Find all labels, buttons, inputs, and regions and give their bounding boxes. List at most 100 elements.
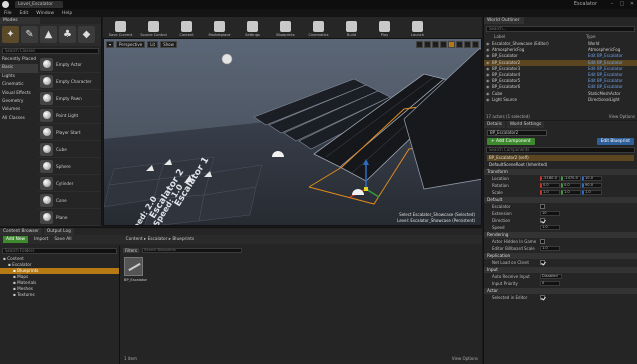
place-item-cube[interactable]: Cube — [38, 141, 101, 158]
breadcrumb-blueprints[interactable]: Blueprints — [172, 237, 194, 242]
lit-button[interactable]: Lit — [147, 41, 159, 48]
components-search-input[interactable]: Search Components — [486, 147, 635, 153]
content-view-options-button[interactable]: View Options — [452, 356, 478, 361]
speed-field[interactable]: 1.0 — [540, 225, 560, 230]
minimize-icon[interactable]: – — [609, 1, 615, 7]
net-load-checkbox[interactable] — [540, 260, 545, 265]
menu-file[interactable]: File — [4, 11, 12, 16]
transform-rotation-z-field[interactable]: 90.0 — [582, 183, 602, 188]
edit-blueprint-button[interactable]: Edit Blueprint — [596, 138, 634, 145]
place-item-sphere[interactable]: Sphere — [38, 158, 101, 175]
rotation-snap-icon[interactable] — [456, 41, 463, 48]
transform-location-z-field[interactable]: 10.0 — [582, 176, 602, 181]
play-button[interactable]: Play — [369, 18, 400, 37]
place-item-empty-pawn[interactable]: Empty Pawn — [38, 90, 101, 107]
landscape-mode-icon[interactable]: ▲ — [40, 26, 57, 43]
transform-rotation-x-field[interactable]: 0.0 — [540, 183, 560, 188]
blueprints-button[interactable]: Blueprints — [270, 18, 301, 37]
add-new-button[interactable]: Add New — [3, 236, 29, 243]
maximize-icon[interactable]: □ — [619, 1, 625, 7]
category-all-classes[interactable]: All Classes — [0, 115, 38, 123]
world-space-icon[interactable] — [440, 41, 447, 48]
transform-scale-y-field[interactable]: 1.0 — [561, 190, 581, 195]
outliner-col-label[interactable]: Label — [486, 34, 586, 40]
add-component-button[interactable]: + Add Component — [487, 138, 535, 145]
cinematics-button[interactable]: Cinematics — [303, 18, 334, 37]
category-recently-placed[interactable]: Recently Placed — [0, 56, 38, 64]
folder-item[interactable]: ▪ Textures — [0, 292, 119, 298]
save-current-button[interactable]: Save Current — [105, 18, 136, 37]
tab-content-browser[interactable]: Content Browser — [0, 228, 42, 235]
outliner-col-type[interactable]: Type — [586, 34, 596, 40]
asset-tile[interactable]: BP_Escalator — [124, 257, 147, 282]
component-self[interactable]: BP_Escalator2 (self) — [487, 155, 634, 161]
paint-mode-icon[interactable]: ✎ — [21, 26, 38, 43]
level-tab[interactable]: Level_Escalator — [15, 1, 63, 8]
transform-location-x-field[interactable]: -5160.0 — [540, 176, 560, 181]
place-item-cylinder[interactable]: Cylinder — [38, 175, 101, 192]
level-viewport[interactable]: ▾ Perspective Lit Show Escalator 1 Escal… — [103, 38, 482, 226]
tab-details[interactable]: Details — [484, 121, 505, 128]
save-all-button[interactable]: Save All — [54, 237, 71, 242]
menu-help[interactable]: Help — [62, 11, 72, 16]
billboard-scale-field[interactable]: 1.0 — [540, 246, 560, 251]
breadcrumb-escalator[interactable]: Escalator — [148, 237, 168, 242]
outliner-row[interactable]: ◉ Light Source DirectionalLight — [484, 97, 637, 103]
direction-checkbox[interactable] — [540, 218, 545, 223]
world-outliner-tab[interactable]: World Outliner — [484, 17, 524, 24]
place-item-cone[interactable]: Cone — [38, 192, 101, 209]
category-lights[interactable]: Lights — [0, 73, 38, 81]
place-item-player-start[interactable]: Player Start — [38, 124, 101, 141]
category-volumes[interactable]: Volumes — [0, 106, 38, 114]
scale-snap-icon[interactable] — [464, 41, 471, 48]
category-visual-effects[interactable]: Visual Effects — [0, 90, 38, 98]
place-item-point-light[interactable]: Point Light — [38, 107, 101, 124]
transform-scale-x-field[interactable]: 1.0 — [540, 190, 560, 195]
folder-search-input[interactable]: Search Folders — [2, 248, 117, 254]
breadcrumb-content[interactable]: Content — [126, 237, 143, 242]
place-mode-icon[interactable]: ✦ — [2, 26, 19, 43]
source-control-button[interactable]: Source Control — [138, 18, 169, 37]
place-item-empty-character[interactable]: Empty Character — [38, 73, 101, 90]
content-button[interactable]: Content — [171, 18, 202, 37]
camera-speed-icon[interactable] — [472, 41, 479, 48]
outliner-view-options-button[interactable]: View Options — [609, 114, 635, 119]
extension-field[interactable]: 10 — [540, 211, 560, 216]
foliage-mode-icon[interactable]: ♣ — [59, 26, 76, 43]
actor-hidden-checkbox[interactable] — [540, 239, 545, 244]
geometry-mode-icon[interactable]: ◆ — [78, 26, 95, 43]
scale-tool-icon[interactable] — [432, 41, 439, 48]
category-geometry[interactable]: Geometry — [0, 98, 38, 106]
show-button[interactable]: Show — [160, 41, 177, 48]
asset-search-input[interactable]: Search Blueprints — [142, 248, 242, 253]
outliner-search-input[interactable]: Search... — [486, 26, 635, 32]
place-item-empty-actor[interactable]: Empty Actor — [38, 56, 101, 73]
modes-tab[interactable]: Modes — [0, 17, 40, 24]
build-button[interactable]: Build — [336, 18, 367, 37]
menu-edit[interactable]: Edit — [20, 11, 29, 16]
close-icon[interactable]: ✕ — [629, 1, 635, 7]
transform-scale-z-field[interactable]: 1.0 — [582, 190, 602, 195]
transform-rotation-y-field[interactable]: 0.0 — [561, 183, 581, 188]
modes-search-input[interactable]: Search Classes — [2, 48, 99, 54]
tab-output-log[interactable]: Output Log — [43, 228, 74, 235]
settings-button[interactable]: Settings — [237, 18, 268, 37]
rotate-tool-icon[interactable] — [424, 41, 431, 48]
import-button[interactable]: Import — [34, 237, 48, 242]
place-item-plane[interactable]: Plane — [38, 209, 101, 226]
escalator-checkbox[interactable] — [540, 204, 545, 209]
translate-tool-icon[interactable] — [416, 41, 423, 48]
filters-button[interactable]: Filters — [123, 248, 139, 253]
launch-button[interactable]: Launch — [402, 18, 433, 37]
auto-receive-input-dropdown[interactable]: Disabled — [540, 274, 562, 279]
category-cinematic[interactable]: Cinematic — [0, 81, 38, 89]
selected-in-editor-checkbox[interactable] — [540, 295, 545, 300]
perspective-button[interactable]: Perspective — [116, 41, 146, 48]
input-priority-field[interactable]: 0 — [540, 281, 560, 286]
tab-world-settings[interactable]: World Settings — [506, 121, 545, 128]
actor-name-field[interactable]: BP_Escalator2 — [487, 130, 547, 136]
transform-location-y-field[interactable]: -1470.0 — [561, 176, 581, 181]
category-basic[interactable]: Basic — [0, 64, 38, 73]
menu-window[interactable]: Window — [36, 11, 54, 16]
grid-snap-icon[interactable] — [448, 41, 455, 48]
